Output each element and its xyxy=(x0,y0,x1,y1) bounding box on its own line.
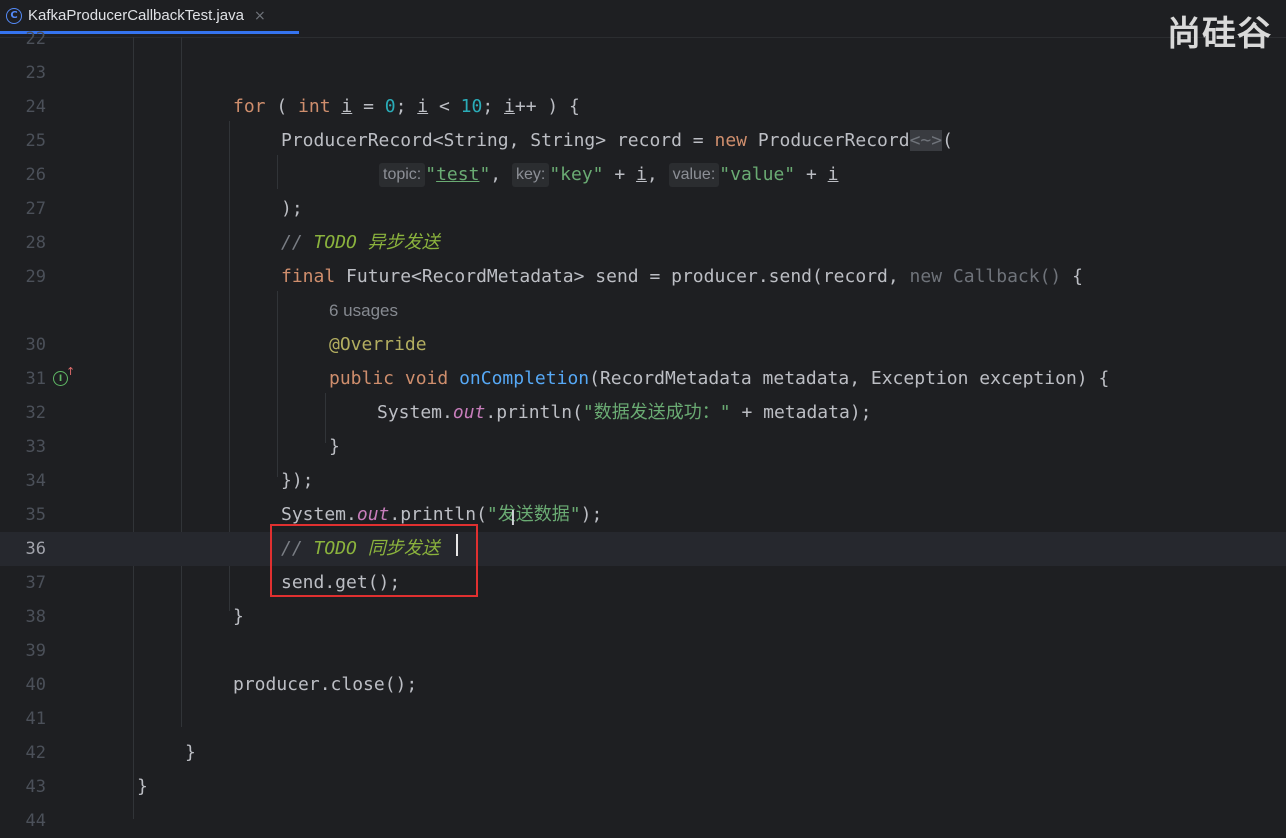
line-number: 28 xyxy=(25,233,46,253)
code-line: 43 } xyxy=(0,770,1286,804)
code-line: 38 } xyxy=(0,600,1286,634)
line-number: 34 xyxy=(25,471,46,491)
arrow-up-icon: ↑ xyxy=(66,365,76,378)
line-number: 42 xyxy=(25,743,46,763)
usages-link[interactable]: 6 usages xyxy=(329,294,398,328)
line-number: 27 xyxy=(25,199,46,219)
code-line: 44 xyxy=(0,804,1286,838)
code-text: final Future<RecordMetadata> send = prod… xyxy=(281,266,1083,287)
code-line: 25 ProducerRecord<String, String> record… xyxy=(0,124,1286,158)
code-line: 22 xyxy=(0,22,1286,56)
code-line: 34 }); xyxy=(0,464,1286,498)
text-caret xyxy=(456,534,458,556)
code-line: 39 xyxy=(0,634,1286,668)
code-line: 35 System.out.println("发送数据"); xyxy=(0,498,1286,532)
line-number: 44 xyxy=(25,811,46,831)
code-line: 26 topic: "test", key: "key" + i, value: "v… xyxy=(0,158,1286,192)
code-text: ProducerRecord<String, String> record = … xyxy=(281,130,953,151)
code-line: 23 xyxy=(0,56,1286,90)
line-number: 26 xyxy=(25,165,46,185)
line-number: 41 xyxy=(25,709,46,729)
code-text: } xyxy=(329,436,340,457)
code-line: 32 System.out.println("数据发送成功：" + metada… xyxy=(0,396,1286,430)
code-line: 28 // TODO 异步发送 xyxy=(0,226,1286,260)
line-number: 24 xyxy=(25,97,46,117)
code-line: 24 for ( int i = 0; i < 10; i++ ) { xyxy=(0,90,1286,124)
line-number: 23 xyxy=(25,63,46,83)
param-hint-value: value: xyxy=(668,163,720,187)
line-number: 40 xyxy=(25,675,46,695)
line-number: 30 xyxy=(25,335,46,355)
line-number: 29 xyxy=(25,267,46,287)
code-text: }); xyxy=(281,470,314,491)
highlight-box xyxy=(270,524,478,597)
diamond-hint: <~> xyxy=(909,130,943,151)
code-text: producer.close(); xyxy=(233,674,418,695)
line-number: 22 xyxy=(25,29,46,49)
line-number: 25 xyxy=(25,131,46,151)
usages-hint-row: 6 usages xyxy=(0,294,1286,328)
code-line: 37 send.get(); xyxy=(0,566,1286,600)
code-text: topic: "test", key: "key" + i, value: "valu… xyxy=(379,158,838,192)
code-line-current: 36 // TODO 同步发送 xyxy=(0,532,1286,566)
line-number: 32 xyxy=(25,403,46,423)
code-text: } xyxy=(137,776,148,797)
line-number: 37 xyxy=(25,573,46,593)
code-text: public void onCompletion(RecordMetadata … xyxy=(329,368,1110,389)
code-line: 29 final Future<RecordMetadata> send = p… xyxy=(0,260,1286,294)
todo-comment: // TODO 异步发送 xyxy=(281,232,440,253)
code-text: } xyxy=(233,606,244,627)
line-number: 31 xyxy=(25,369,46,389)
code-text: System.out.println("数据发送成功：" + metadata)… xyxy=(377,402,872,423)
param-hint-topic: topic: xyxy=(379,163,426,187)
code-line: 27 ); xyxy=(0,192,1286,226)
line-number: 43 xyxy=(25,777,46,797)
code-line: 41 xyxy=(0,702,1286,736)
code-text: } xyxy=(185,742,196,763)
line-number: 33 xyxy=(25,437,46,457)
code-text: for ( int i = 0; i < 10; i++ ) { xyxy=(233,96,580,117)
line-number: 35 xyxy=(25,505,46,525)
line-number: 36 xyxy=(25,539,46,559)
code-line: 30 @Override xyxy=(0,328,1286,362)
param-hint-key: key: xyxy=(511,163,550,187)
code-line: 31 I ↑ public void onCompletion(RecordMe… xyxy=(0,362,1286,396)
line-number: 39 xyxy=(25,641,46,661)
code-line: 42 } xyxy=(0,736,1286,770)
code-line: 33 } xyxy=(0,430,1286,464)
mouse-ibeam-cursor-icon: I xyxy=(510,506,516,530)
code-text: ); xyxy=(281,198,303,219)
code-editor[interactable]: 22 23 24 for ( int i = 0; i < 10; i++ ) … xyxy=(0,29,1286,831)
line-number: 38 xyxy=(25,607,46,627)
annotation-override: @Override xyxy=(329,334,427,355)
code-line: 40 producer.close(); xyxy=(0,668,1286,702)
